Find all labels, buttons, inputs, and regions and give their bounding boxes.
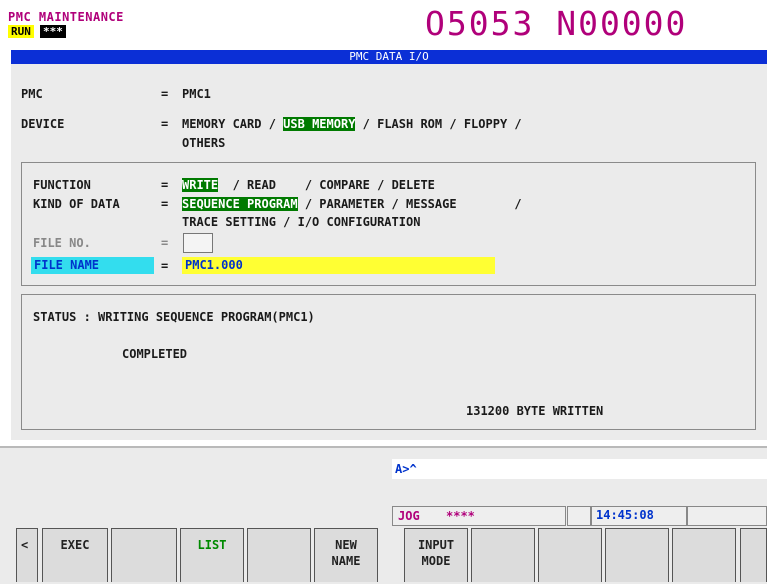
softkey-9-button[interactable]: [605, 528, 669, 582]
softkey-next-button[interactable]: [740, 528, 767, 582]
status-bytes-written: 131200 BYTE WRITTEN: [466, 404, 604, 418]
function-option-compare[interactable]: COMPARE: [319, 178, 370, 192]
status-line-message: STATUS : WRITING SEQUENCE PROGRAM(PMC1): [33, 310, 315, 324]
function-equals: =: [161, 178, 169, 192]
softkey-input-mode-button[interactable]: INPUT MODE: [404, 528, 468, 582]
kind-of-data-label: KIND OF DATA: [33, 197, 120, 211]
kind-option-parameter[interactable]: PARAMETER: [319, 197, 384, 211]
file-name-label: FILE NAME: [31, 257, 154, 274]
softkey-new-name-button[interactable]: NEW NAME: [314, 528, 378, 582]
kind-of-data-options: SEQUENCE PROGRAM / PARAMETER / MESSAGE /: [182, 197, 522, 211]
file-name-input[interactable]: PMC1.000: [182, 257, 495, 274]
file-name-equals: =: [161, 259, 169, 273]
softkey-previous-arrow-icon[interactable]: <: [16, 528, 38, 582]
function-option-read[interactable]: READ: [247, 178, 276, 192]
device-option-floppy[interactable]: FLOPPY: [464, 117, 507, 131]
status-message: WRITING SEQUENCE PROGRAM(PMC1): [98, 310, 315, 324]
kind-option-io-configuration[interactable]: I/O CONFIGURATION: [298, 215, 421, 229]
softkey-4-button[interactable]: [247, 528, 311, 582]
softkey-exec-button[interactable]: EXEC: [42, 528, 108, 582]
softkey-8-button[interactable]: [538, 528, 602, 582]
device-label: DEVICE: [21, 117, 65, 131]
file-no-field[interactable]: [183, 233, 213, 253]
status-label: STATUS :: [33, 310, 91, 324]
kind-option-message[interactable]: MESSAGE: [406, 197, 457, 211]
pmc-equals: =: [161, 87, 169, 101]
pmc-label: PMC: [21, 87, 43, 101]
function-option-write[interactable]: WRITE: [182, 178, 219, 192]
function-options: WRITE / READ / COMPARE / DELETE: [182, 178, 435, 192]
kind-option-trace-setting[interactable]: TRACE SETTING: [182, 215, 276, 229]
softkey-7-button[interactable]: [471, 528, 535, 582]
softkey-list-button[interactable]: LIST: [180, 528, 244, 582]
page-title: PMC DATA I/O: [11, 50, 767, 64]
file-no-equals: =: [161, 236, 169, 250]
program-number: O5053 N00000: [425, 4, 688, 43]
softkey-10-button[interactable]: [672, 528, 736, 582]
kind-of-data-options-line2: TRACE SETTING / I/O CONFIGURATION: [182, 215, 421, 229]
clock: 14:45:08: [596, 508, 654, 522]
function-label: FUNCTION: [33, 178, 91, 192]
device-equals: =: [161, 117, 169, 131]
status-blank-cell: [567, 506, 591, 526]
device-option-memory-card[interactable]: MEMORY CARD: [182, 117, 261, 131]
run-status-badge: RUN: [8, 25, 34, 38]
mode-indicator: JOG: [398, 509, 420, 523]
status-extra-cell: [687, 506, 767, 526]
device-options: MEMORY CARD / USB MEMORY / FLASH ROM / F…: [182, 117, 522, 131]
alarm-status-badge: ***: [40, 25, 66, 38]
device-option-usb-memory[interactable]: USB MEMORY: [283, 117, 356, 131]
kind-option-sequence-program[interactable]: SEQUENCE PROGRAM: [182, 197, 298, 211]
mode-status-stars: ****: [446, 509, 475, 523]
screen-mode-title: PMC MAINTENANCE: [8, 10, 124, 24]
function-option-delete[interactable]: DELETE: [392, 178, 435, 192]
device-option-flash-rom[interactable]: FLASH ROM: [377, 117, 442, 131]
pmc-value[interactable]: PMC1: [182, 87, 211, 101]
softkey-2-button[interactable]: [111, 528, 177, 582]
kind-of-data-equals: =: [161, 197, 169, 211]
device-option-others[interactable]: OTHERS: [182, 136, 225, 150]
file-no-label: FILE NO.: [33, 236, 91, 250]
key-input-buffer[interactable]: A>^: [392, 459, 767, 479]
status-result: COMPLETED: [122, 347, 188, 361]
